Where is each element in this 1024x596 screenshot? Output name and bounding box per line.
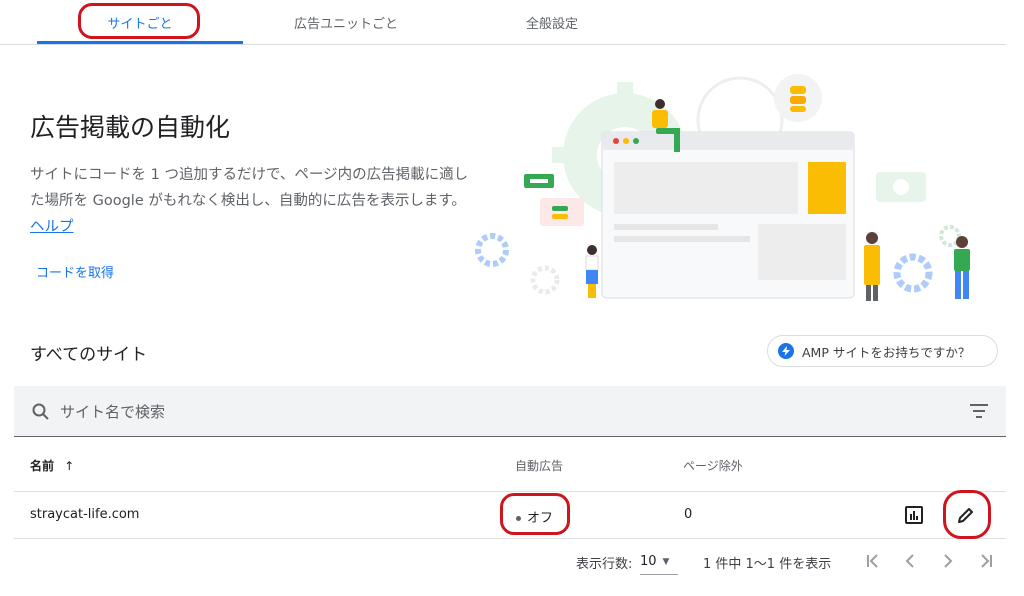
rows-per-page-select[interactable]: 10 ▼ bbox=[640, 549, 678, 575]
column-header-name-label: 名前 bbox=[30, 459, 55, 473]
page-exclusions-cell: 0 bbox=[684, 507, 693, 522]
hero-description-text: サイトにコードを 1 つ追加するだけで、ページ内の広告掲載に適した場所を Goo… bbox=[30, 167, 469, 209]
edit-button[interactable] bbox=[954, 503, 978, 527]
auto-ads-illustration bbox=[475, 74, 970, 301]
report-chart-icon bbox=[905, 506, 923, 524]
tab-by-ad-unit-label: 広告ユニットごと bbox=[293, 16, 398, 32]
first-page-button[interactable] bbox=[862, 550, 884, 572]
prev-page-button[interactable] bbox=[899, 550, 921, 572]
tab-by-ad-unit[interactable]: 広告ユニットごと bbox=[243, 0, 449, 44]
pagination-range: 1 件中 1～1 件を表示 bbox=[703, 557, 832, 572]
tab-bar: サイトごと 広告ユニットごと 全般設定 bbox=[0, 0, 1006, 45]
active-tab-indicator bbox=[37, 41, 243, 44]
status-dot bbox=[516, 516, 521, 521]
column-header-page-exclusions: ページ除外 bbox=[683, 459, 743, 473]
amp-chip-label: AMP サイトをお持ちですか？ bbox=[802, 344, 971, 360]
next-page-button[interactable] bbox=[937, 550, 959, 572]
column-header-auto-ads: 自動広告 bbox=[515, 459, 564, 473]
column-header-name[interactable]: 名前 ↑ bbox=[30, 457, 74, 474]
rows-per-page-label: 表示行数: bbox=[576, 557, 633, 572]
person-left bbox=[585, 245, 599, 298]
site-name-cell[interactable]: straycat-life.com bbox=[30, 507, 139, 522]
hero-description: サイトにコードを 1 つ追加するだけで、ページ内の広告掲載に適した場所を Goo… bbox=[30, 162, 470, 240]
person-apron bbox=[864, 232, 880, 301]
auto-ads-status-text: オフ bbox=[527, 511, 554, 526]
sort-arrow-up-icon: ↑ bbox=[64, 459, 75, 473]
last-page-icon bbox=[981, 554, 992, 568]
get-code-button[interactable]: コードを取得 bbox=[36, 262, 114, 281]
bolt-icon bbox=[778, 343, 794, 359]
last-page-button[interactable] bbox=[975, 550, 997, 572]
dropdown-caret-icon: ▼ bbox=[662, 556, 670, 567]
report-button[interactable] bbox=[902, 503, 926, 527]
edit-pencil-icon bbox=[958, 508, 973, 523]
section-title: すべてのサイト bbox=[30, 345, 148, 365]
next-page-icon bbox=[944, 554, 953, 568]
tab-general-settings-label: 全般設定 bbox=[525, 16, 578, 32]
person-right bbox=[954, 236, 970, 299]
tab-by-site[interactable]: サイトごと bbox=[37, 0, 243, 44]
search-input[interactable] bbox=[60, 400, 560, 424]
tab-by-site-label: サイトごと bbox=[107, 16, 173, 32]
page-title: 広告掲載の自動化 bbox=[30, 113, 231, 142]
filter-icon[interactable] bbox=[970, 403, 988, 419]
row-divider bbox=[14, 538, 1006, 539]
prev-page-icon bbox=[905, 554, 914, 568]
tab-general-settings[interactable]: 全般設定 bbox=[449, 0, 655, 44]
search-icon bbox=[32, 403, 49, 420]
row-divider bbox=[14, 491, 1006, 492]
first-page-icon bbox=[867, 554, 878, 568]
rows-per-page-value: 10 bbox=[640, 554, 657, 569]
amp-sites-chip[interactable]: AMP サイトをお持ちですか？ bbox=[767, 335, 998, 367]
help-link[interactable]: ヘルプ bbox=[30, 219, 74, 235]
auto-ads-status-cell: オフ bbox=[516, 507, 553, 526]
